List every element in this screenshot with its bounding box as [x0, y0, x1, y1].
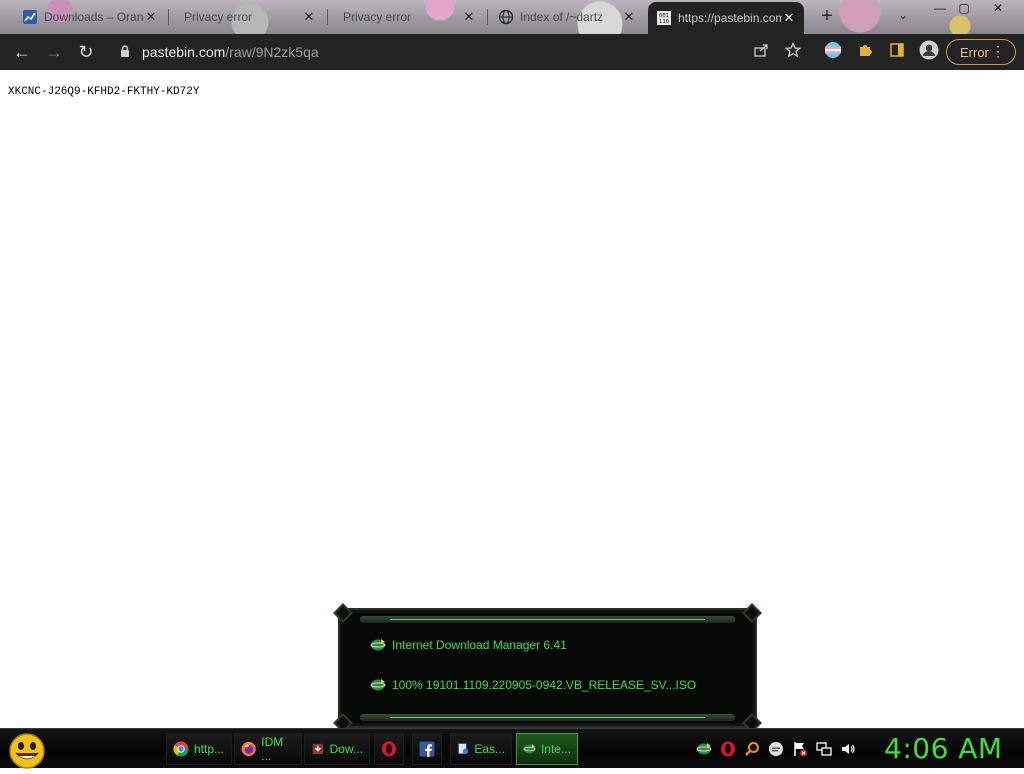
notification-title: Internet Download Manager 6.41: [392, 638, 567, 652]
taskbar-item-idm[interactable]: Inte...: [516, 733, 578, 765]
bookmark-button[interactable]: [781, 40, 805, 64]
tab-privacy-error-1[interactable]: Privacy error ✕: [170, 4, 324, 30]
notification-top-bar: [360, 616, 735, 623]
notification-title-row: Internet Download Manager 6.41: [370, 638, 567, 652]
idm-icon: [370, 679, 386, 691]
taskbar-item-firefox[interactable]: IDM ...: [234, 733, 302, 765]
address-bar[interactable]: pastebin.com/raw/9N2zk5qa: [110, 38, 818, 66]
share-icon: [753, 42, 769, 63]
tab-separator: [168, 9, 169, 25]
notification-bottom-bar: [360, 714, 735, 721]
close-icon[interactable]: ✕: [622, 9, 636, 25]
tab-separator: [487, 9, 488, 25]
tray-search-icon[interactable]: [744, 741, 760, 757]
close-icon[interactable]: ✕: [144, 9, 158, 25]
tray-action-center-icon[interactable]: [792, 741, 808, 757]
task-label: http...: [194, 742, 225, 756]
tab-downloads[interactable]: Downloads – Orange ✕: [14, 4, 166, 30]
tab-title: Privacy error: [184, 10, 253, 24]
new-tab-button[interactable]: +: [816, 6, 838, 26]
start-button[interactable]: [7, 731, 47, 769]
url-text: pastebin.com/raw/9N2zk5qa: [142, 44, 319, 60]
close-icon[interactable]: ✕: [782, 10, 796, 26]
task-label: Inte...: [540, 742, 571, 756]
taskbar-clock[interactable]: 4:06 AM: [884, 732, 1003, 765]
task-label: Dow...: [329, 742, 363, 756]
globe-icon: [498, 9, 514, 25]
pastebin-icon: 001 110: [656, 10, 672, 26]
tray-opera-icon[interactable]: [720, 741, 736, 757]
extensions-button[interactable]: [853, 40, 877, 64]
url-path: /raw/9N2zk5qa: [225, 44, 319, 60]
browser-toolbar: ← → ↻ pastebin.com/raw/9N2zk5qa Error ⋮: [0, 34, 1024, 70]
profile-flag-button[interactable]: [821, 40, 845, 64]
tray-chat-icon[interactable]: [768, 741, 784, 757]
pride-flag-icon: [824, 41, 842, 64]
tab-search-button[interactable]: ⌄: [898, 8, 908, 22]
taskbar-item-opera[interactable]: [374, 733, 404, 765]
tab-index-of[interactable]: Index of /~dartz ✕: [490, 4, 644, 30]
taskbar: http... IDM ... Dow... Eas... Inte... 4:…: [0, 728, 1024, 769]
tray-idm-icon[interactable]: [696, 741, 712, 757]
svg-text:110: 110: [659, 19, 669, 25]
tab-strip: Downloads – Orange ✕ Privacy error ✕ Pri…: [0, 0, 1024, 34]
tab-title: Index of /~dartz: [520, 10, 604, 24]
taskbar-item-chrome[interactable]: http...: [166, 733, 232, 765]
app-icon: [458, 743, 469, 755]
url-host: pastebin.com: [142, 44, 226, 60]
tab-separator: [327, 9, 328, 25]
taskbar-item-easy[interactable]: Eas...: [450, 733, 512, 765]
facebook-icon: [419, 741, 435, 757]
firefox-icon: [241, 741, 256, 757]
lock-icon[interactable]: [120, 45, 130, 63]
avatar-icon: [919, 40, 939, 65]
task-label: IDM ...: [261, 735, 284, 763]
tray-volume-icon[interactable]: [840, 741, 856, 757]
forward-button[interactable]: →: [42, 40, 66, 64]
tab-title: Downloads – Orange: [44, 10, 144, 24]
task-label: Eas...: [474, 742, 505, 756]
profile-button[interactable]: [917, 40, 941, 64]
idm-icon: [370, 639, 386, 651]
error-label: Error: [960, 44, 989, 60]
side-panel-icon: [889, 42, 905, 63]
download-icon: [312, 743, 323, 755]
chrome-icon: [173, 741, 189, 757]
idm-notification[interactable]: Internet Download Manager 6.41 100% 1910…: [333, 603, 762, 733]
tab-title: https://pastebin.com: [678, 11, 782, 25]
reload-icon: ↻: [78, 41, 94, 62]
minimize-button[interactable]: —: [928, 0, 952, 16]
taskbar-item-downloads[interactable]: Dow...: [304, 733, 370, 765]
close-icon[interactable]: ✕: [302, 9, 316, 25]
smiley-start-icon: [9, 733, 45, 769]
tray-network-icon[interactable]: [816, 741, 832, 757]
reload-button[interactable]: ↻: [74, 40, 98, 64]
forward-arrow-icon: →: [45, 41, 63, 62]
tab-title: Privacy error: [343, 10, 412, 24]
notification-progress-row: 100% 19101.1109.220905-0942.VB_RELEASE_S…: [370, 678, 696, 692]
puzzle-icon: [857, 42, 873, 63]
error-button[interactable]: Error ⋮: [946, 39, 1016, 65]
close-window-button[interactable]: ✕: [986, 0, 1010, 16]
notification-progress-text: 100% 19101.1109.220905-0942.VB_RELEASE_S…: [392, 678, 697, 692]
orange-chart-icon: [22, 9, 38, 25]
back-arrow-icon: ←: [13, 41, 31, 62]
share-button[interactable]: [749, 40, 773, 64]
maximize-button[interactable]: ▢: [952, 0, 976, 16]
menu-icon: ⋮: [991, 43, 1005, 59]
opera-icon: [382, 741, 396, 757]
tab-pastebin[interactable]: 001 110 https://pastebin.com ✕: [648, 2, 804, 34]
taskbar-item-facebook[interactable]: [412, 733, 442, 765]
idm-icon: [523, 744, 536, 754]
tab-privacy-error-2[interactable]: Privacy error ✕: [329, 4, 484, 30]
back-button[interactable]: ←: [10, 40, 34, 64]
close-icon[interactable]: ✕: [462, 9, 476, 25]
side-panel-button[interactable]: [885, 40, 909, 64]
raw-paste-text: XKCNC-J26Q9-KFHD2-FKTHY-KD72Y: [8, 86, 200, 98]
star-icon: [784, 41, 802, 63]
